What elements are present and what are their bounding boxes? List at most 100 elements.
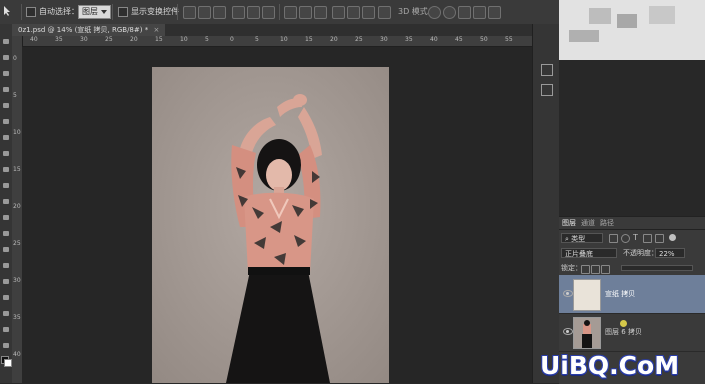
ruler-tick-label: 55 xyxy=(505,36,513,43)
distribute-left-icon[interactable] xyxy=(332,6,345,19)
ruler-tick-label: 30 xyxy=(380,36,388,43)
layer-row[interactable]: 图层 6 拷贝 xyxy=(559,313,705,352)
healing-tool-icon[interactable] xyxy=(2,134,10,141)
checkbox-checked-icon xyxy=(26,6,36,17)
visibility-eye-icon[interactable] xyxy=(563,328,573,335)
filter-smartobject-icon[interactable] xyxy=(655,234,664,243)
distribute-vcenter-icon[interactable] xyxy=(299,6,312,19)
ruler-tick-label: 25 xyxy=(13,240,21,247)
opacity-field[interactable]: 22% xyxy=(655,248,685,258)
ruler-tick-label: 10 xyxy=(280,36,288,43)
3d-roll-icon[interactable] xyxy=(443,6,456,19)
lock-pixels-icon[interactable] xyxy=(581,265,590,274)
distribute-right-icon[interactable] xyxy=(362,6,375,19)
3d-slide-icon[interactable] xyxy=(473,6,486,19)
layer-row-selected[interactable]: 宣纸 拷贝 xyxy=(559,275,705,314)
eraser-tool-icon[interactable] xyxy=(2,198,10,205)
ruler-tick-label: 40 xyxy=(430,36,438,43)
ruler-tick-label: 0 xyxy=(230,36,234,43)
ruler-tick-label: 5 xyxy=(255,36,259,43)
search-icon: ⌕ xyxy=(565,235,569,243)
ruler-tick-label: 20 xyxy=(130,36,138,43)
fill-slider[interactable] xyxy=(621,265,693,271)
filter-adjustment-icon[interactable] xyxy=(621,234,630,243)
filter-toggle-icon[interactable] xyxy=(669,234,676,241)
layer-thumbnail xyxy=(573,279,601,311)
distribute-bottom-icon[interactable] xyxy=(314,6,327,19)
marquee-tool-icon[interactable] xyxy=(2,54,10,61)
ruler-tick-label: 5 xyxy=(13,92,17,99)
lasso-tool-icon[interactable] xyxy=(2,70,10,77)
align-vcenter-icon[interactable] xyxy=(198,6,211,19)
tab-layers[interactable]: 图层 xyxy=(562,219,576,228)
tab-paths[interactable]: 路径 xyxy=(600,219,614,228)
filter-pixel-icon[interactable] xyxy=(609,234,618,243)
blend-mode-dropdown[interactable]: 正片叠底 xyxy=(561,248,617,258)
crop-tool-icon[interactable] xyxy=(2,102,10,109)
distribute-hcenter-icon[interactable] xyxy=(347,6,360,19)
auto-select-dropdown[interactable]: 图层 xyxy=(78,5,111,19)
align-bottom-icon[interactable] xyxy=(213,6,226,19)
auto-align-icon[interactable] xyxy=(378,6,391,19)
document-photo[interactable] xyxy=(152,67,389,383)
layer-name[interactable]: 宣纸 拷贝 xyxy=(605,289,635,299)
ruler-tick-label: 15 xyxy=(305,36,313,43)
align-top-icon[interactable] xyxy=(183,6,196,19)
type-tool-icon[interactable] xyxy=(2,278,10,285)
history-panel-icon[interactable] xyxy=(541,64,553,76)
dodge-tool-icon[interactable] xyxy=(2,246,10,253)
ruler-tick-label: 25 xyxy=(355,36,363,43)
layer-filter-dropdown[interactable]: ⌕ 类型 xyxy=(561,233,603,243)
filter-type-icon[interactable]: T xyxy=(633,233,638,242)
3d-pan-icon[interactable] xyxy=(458,6,471,19)
layer-thumbnail xyxy=(573,317,601,349)
pen-tool-icon[interactable] xyxy=(2,262,10,269)
eyedropper-tool-icon[interactable] xyxy=(2,118,10,125)
show-transform-checkbox[interactable]: 显示变换控件 xyxy=(118,5,179,19)
3d-scale-icon[interactable] xyxy=(488,6,501,19)
show-transform-label: 显示变换控件 xyxy=(131,7,179,16)
auto-select-checkbox[interactable]: 自动选择： xyxy=(26,5,79,19)
layer-name[interactable]: 图层 6 拷贝 xyxy=(605,327,642,337)
zoom-tool-icon[interactable] xyxy=(2,342,10,349)
document-tab[interactable]: 0z1.psd @ 14% (宣纸 拷贝, RGB/8#) * × xyxy=(12,24,166,36)
ruler-tick-label: 15 xyxy=(155,36,163,43)
align-right-icon[interactable] xyxy=(262,6,275,19)
gradient-tool-icon[interactable] xyxy=(2,214,10,221)
ruler-tick-label: 20 xyxy=(330,36,338,43)
3d-rotate-icon[interactable] xyxy=(428,6,441,19)
brush-tool-icon[interactable] xyxy=(2,150,10,157)
blur-tool-icon[interactable] xyxy=(2,230,10,237)
filter-shape-icon[interactable] xyxy=(643,234,652,243)
history-brush-tool-icon[interactable] xyxy=(2,182,10,189)
ruler-tick-label: 10 xyxy=(180,36,188,43)
ruler-tick-label: 35 xyxy=(13,314,21,321)
visibility-eye-icon[interactable] xyxy=(563,290,573,297)
ruler-tick-label: 30 xyxy=(13,277,21,284)
lock-position-icon[interactable] xyxy=(591,265,600,274)
site-watermark: UiBQ.CoM xyxy=(540,351,680,380)
move-tool-icon[interactable] xyxy=(2,5,16,19)
cursor-highlight-icon xyxy=(620,320,627,327)
lock-all-icon[interactable] xyxy=(601,265,610,274)
hand-tool-icon[interactable] xyxy=(2,326,10,333)
distribute-top-icon[interactable] xyxy=(284,6,297,19)
move-tool-icon[interactable] xyxy=(2,38,10,45)
align-hcenter-icon[interactable] xyxy=(247,6,260,19)
lock-label: 锁定： xyxy=(561,264,582,272)
ruler-tick-label: 25 xyxy=(105,36,113,43)
ruler-tick-label: 20 xyxy=(13,203,21,210)
background-color-swatch[interactable] xyxy=(4,359,12,367)
align-left-icon[interactable] xyxy=(232,6,245,19)
shape-tool-icon[interactable] xyxy=(2,310,10,317)
path-select-tool-icon[interactable] xyxy=(2,294,10,301)
close-tab-icon[interactable]: × xyxy=(153,26,159,34)
panel-gap xyxy=(559,60,705,216)
quick-select-tool-icon[interactable] xyxy=(2,86,10,93)
document-tab-title: 0z1.psd @ 14% (宣纸 拷贝, RGB/8#) * xyxy=(18,26,149,34)
checkbox-icon xyxy=(118,6,128,17)
ruler-tick-label: 40 xyxy=(30,36,38,43)
stamp-tool-icon[interactable] xyxy=(2,166,10,173)
properties-panel-icon[interactable] xyxy=(541,84,553,96)
tab-channels[interactable]: 通道 xyxy=(581,219,595,228)
